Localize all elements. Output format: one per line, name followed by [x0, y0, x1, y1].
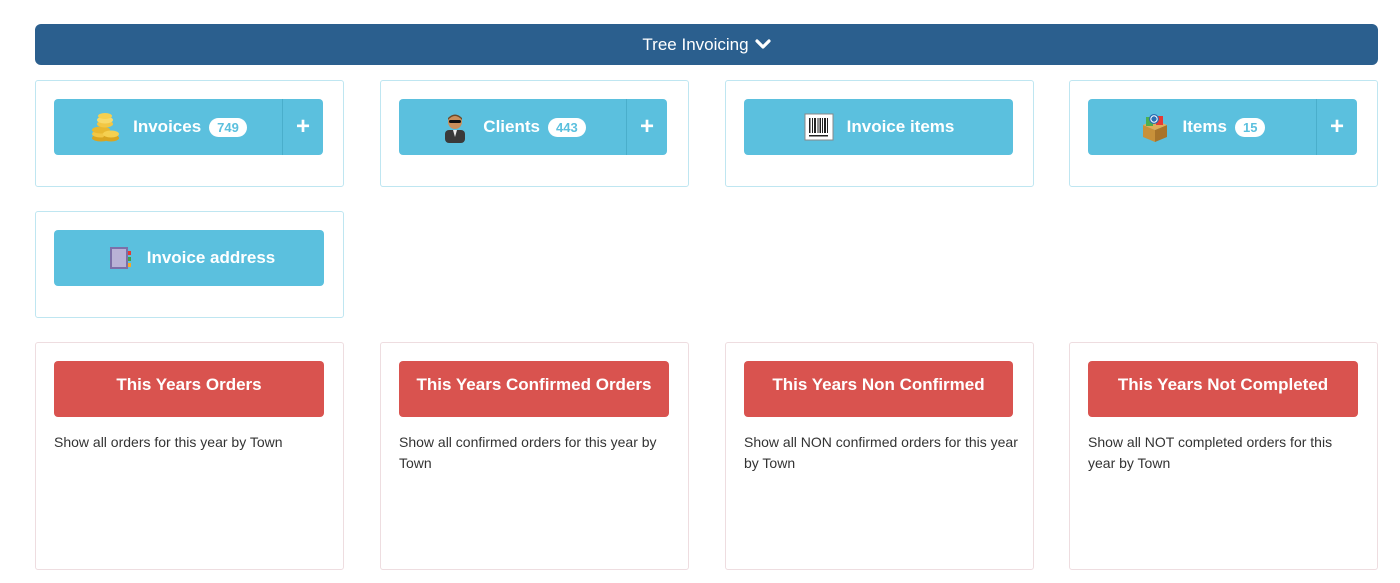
report-description: Show all confirmed orders for this year … — [399, 434, 657, 471]
plus-icon: + — [639, 113, 654, 140]
clients-label: Clients — [483, 117, 540, 136]
invoices-label: Invoices — [133, 117, 202, 136]
clients-open[interactable]: Clients 443 — [399, 99, 626, 155]
chevron-down-icon — [754, 38, 771, 49]
items-label: Items — [1182, 117, 1227, 136]
tree-invoicing-header[interactable]: Tree Invoicing — [35, 24, 1378, 65]
report-panel-not-completed: This Years Not Completed Show all NOT co… — [1069, 342, 1378, 570]
address-book-icon — [109, 247, 131, 269]
header-title: Tree Invoicing — [642, 34, 749, 54]
invoice-address-open[interactable]: Invoice address — [54, 230, 324, 286]
this-years-confirmed-orders-button[interactable]: This Years Confirmed Orders — [399, 361, 669, 417]
person-icon — [445, 114, 466, 143]
invoice-items-open[interactable]: Invoice items — [744, 99, 1013, 155]
items-open[interactable]: Items 15 — [1088, 99, 1316, 155]
items-panel: Items 15 + — [1069, 80, 1378, 187]
invoices-button[interactable]: Invoices 749 + — [54, 99, 323, 155]
report-description: Show all NON confirmed orders for this y… — [744, 434, 1018, 471]
invoice-items-panel: Invoice items — [725, 80, 1034, 187]
this-years-non-confirmed-button[interactable]: This Years Non Confirmed — [744, 361, 1013, 417]
invoices-count-badge: 749 — [209, 117, 247, 137]
items-button[interactable]: Items 15 + — [1088, 99, 1357, 155]
invoice-address-label: Invoice address — [146, 248, 276, 267]
barcode-icon — [804, 113, 834, 141]
coins-icon — [92, 113, 120, 142]
clients-count-badge: 443 — [547, 117, 586, 137]
invoices-panel: Invoices 749 + — [35, 80, 344, 187]
report-panel-orders: This Years Orders Show all orders for th… — [35, 342, 344, 570]
plus-icon: + — [1329, 113, 1344, 140]
clients-panel: Clients 443 + — [380, 80, 689, 187]
report-panel-confirmed: This Years Confirmed Orders Show all con… — [380, 342, 689, 570]
add-item-button[interactable]: + — [1316, 99, 1357, 155]
box-icon — [1142, 114, 1167, 142]
report-panel-non-confirmed: This Years Non Confirmed Show all NON co… — [725, 342, 1034, 570]
invoice-items-label: Invoice items — [846, 117, 955, 136]
invoice-address-panel: Invoice address — [35, 211, 344, 318]
this-years-orders-button[interactable]: This Years Orders — [54, 361, 324, 417]
invoice-items-button[interactable]: Invoice items — [744, 99, 1013, 155]
items-count-badge: 15 — [1234, 117, 1266, 137]
clients-button[interactable]: Clients 443 + — [399, 99, 667, 155]
report-description: Show all NOT completed orders for this y… — [1088, 434, 1333, 471]
invoices-open[interactable]: Invoices 749 — [54, 99, 282, 155]
add-invoice-button[interactable]: + — [282, 99, 323, 155]
this-years-not-completed-button[interactable]: This Years Not Completed — [1088, 361, 1358, 417]
add-client-button[interactable]: + — [626, 99, 667, 155]
report-description: Show all orders for this year by Town — [54, 434, 283, 450]
invoice-address-button[interactable]: Invoice address — [54, 230, 324, 286]
plus-icon: + — [295, 113, 310, 140]
